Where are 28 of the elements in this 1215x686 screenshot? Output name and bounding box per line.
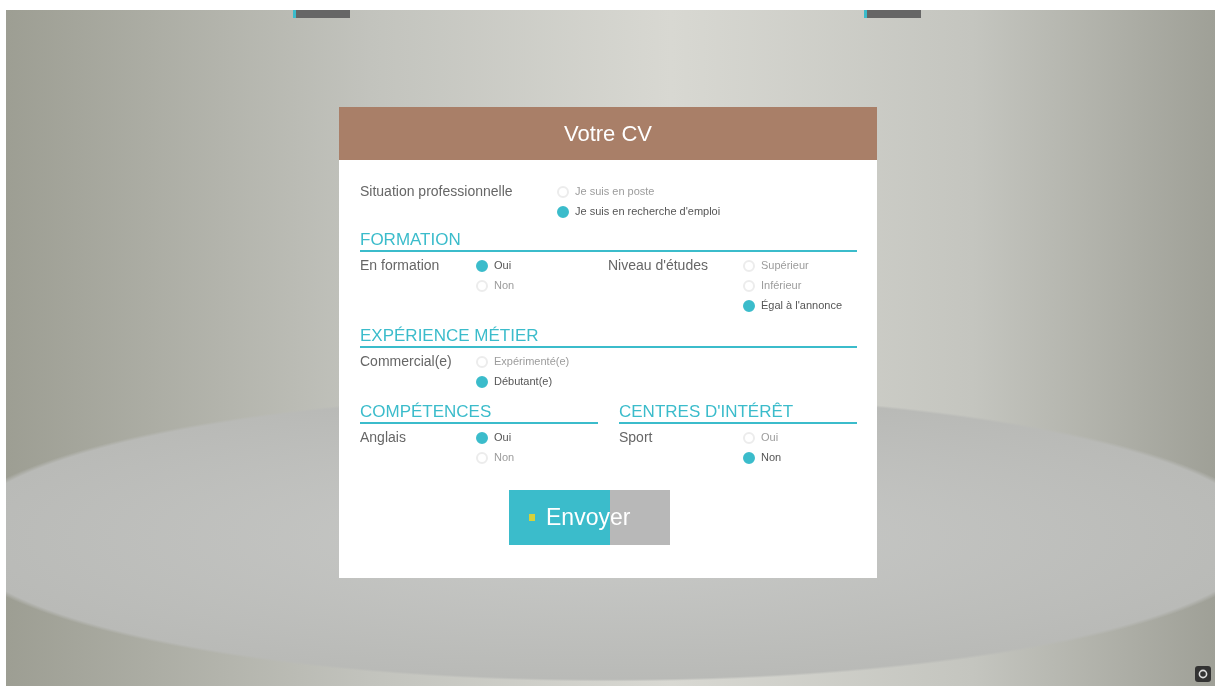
radio-option[interactable]: Supérieur (743, 257, 842, 274)
field-label: Niveau d'études (608, 256, 709, 275)
radio-option[interactable]: Oui (743, 429, 782, 446)
field-label: Situation professionnelle (360, 182, 514, 201)
section-heading: CENTRES D'INTÉRÊT (619, 402, 857, 424)
field-label: Anglais (360, 428, 407, 447)
section-heading: COMPÉTENCES (360, 402, 598, 424)
field-label: En formation (360, 256, 441, 275)
square-icon (529, 514, 535, 521)
radio-option[interactable]: Égal à l'annonce (743, 297, 842, 314)
radio-option[interactable]: Oui (476, 257, 515, 274)
radio-option[interactable]: Expérimenté(e) (476, 353, 570, 370)
radio-option[interactable]: Oui (476, 429, 515, 446)
radio-option[interactable]: Je suis en recherche d'emploi (557, 203, 721, 220)
radio-option[interactable]: Non (476, 277, 515, 294)
radio-option[interactable]: Non (743, 449, 782, 466)
dialog-title: Votre CV (339, 107, 877, 160)
label-tag (293, 10, 350, 18)
section-heading: EXPÉRIENCE MÉTIER (360, 326, 857, 348)
field-label: Sport (619, 428, 654, 447)
radio-option[interactable]: Débutant(e) (476, 373, 570, 390)
ring-icon[interactable] (1195, 666, 1211, 682)
radio-option[interactable]: Inférieur (743, 277, 842, 294)
section-heading: FORMATION (360, 230, 857, 252)
radio-option[interactable]: Je suis en poste (557, 183, 721, 200)
radio-option[interactable]: Non (476, 449, 515, 466)
field-label: Commercial(e) (360, 352, 453, 371)
label-tag (864, 10, 921, 18)
